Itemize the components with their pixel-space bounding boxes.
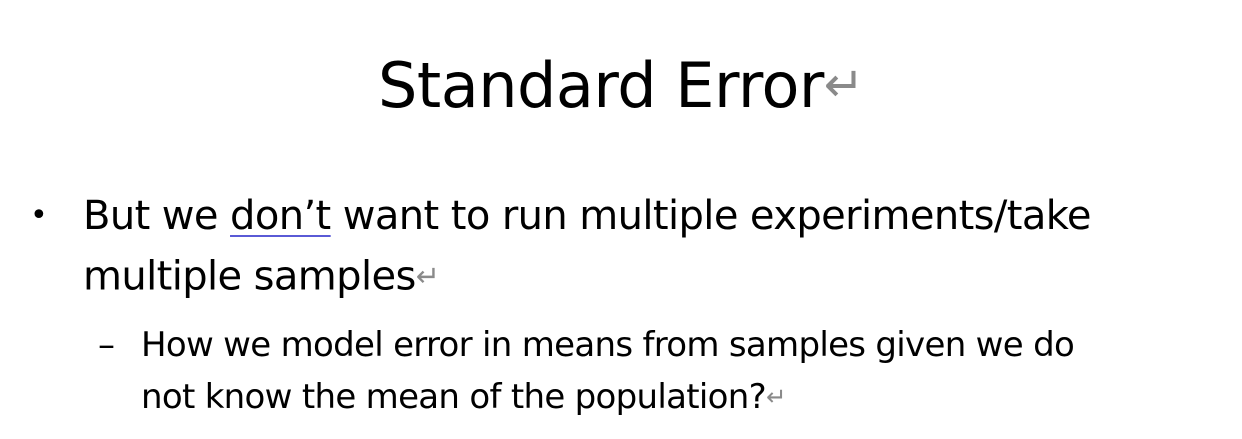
bullet-1-line-1: But we don’t want to run multiple experi… bbox=[83, 186, 1233, 246]
slide-title[interactable]: Standard Error↵ bbox=[0, 46, 1242, 125]
bullet-1-line-2-text: multiple samples bbox=[83, 253, 416, 300]
paragraph-mark-icon: ↵ bbox=[765, 382, 787, 411]
slide: Standard Error↵ • But we don’t want to r… bbox=[0, 0, 1242, 439]
bullet-1-text-start: But we bbox=[83, 193, 231, 239]
dash-bullet-icon: – bbox=[98, 325, 115, 365]
bullet-dot-icon: • bbox=[30, 198, 48, 233]
bullet-1-line-2: multiple samples↵ bbox=[83, 246, 1233, 306]
spellcheck-flagged-word[interactable]: don’t bbox=[230, 193, 331, 239]
sub-bullet-line-2-text: not know the mean of the population? bbox=[141, 376, 767, 417]
bullet-1-text[interactable]: But we don’t want to run multiple experi… bbox=[83, 186, 1233, 306]
sub-bullet-line-2: not know the mean of the population?↵ bbox=[141, 371, 1226, 423]
slide-title-text: Standard Error bbox=[378, 48, 824, 122]
paragraph-mark-icon: ↵ bbox=[823, 57, 865, 113]
sub-bullet-line-1: How we model error in means from samples… bbox=[141, 325, 1075, 365]
sub-bullet-text[interactable]: How we model error in means from samples… bbox=[141, 320, 1226, 423]
paragraph-mark-icon: ↵ bbox=[415, 259, 440, 293]
bullet-1-text-end: want to run multiple experiments/take bbox=[330, 193, 1092, 239]
